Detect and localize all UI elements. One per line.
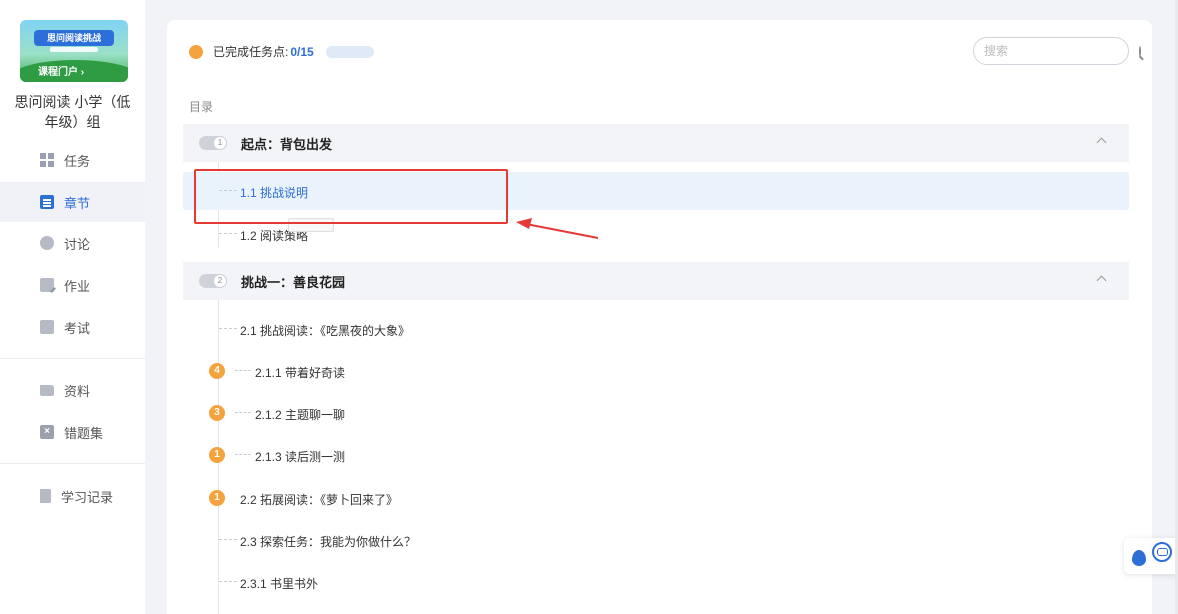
- nav-label: 考试: [64, 320, 91, 336]
- section-title: 2.1.2 主题聊一聊: [255, 408, 346, 422]
- chapter-toggle[interactable]: 1: [199, 136, 227, 150]
- tree-branch: [219, 328, 237, 329]
- task-count-badge: 1: [209, 447, 225, 463]
- nav-label: 章节: [64, 195, 91, 211]
- assistant-icon[interactable]: [1152, 542, 1172, 562]
- task-count-badge: 4: [209, 363, 225, 379]
- nav-item-study-record[interactable]: 学习记录: [0, 476, 145, 516]
- nav-item-homework[interactable]: 作业: [0, 265, 145, 305]
- tree-branch: [219, 581, 237, 582]
- section-2-1-2[interactable]: 3 2.1.2 主题聊一聊: [183, 394, 1129, 432]
- nav-item-discussion[interactable]: 讨论: [0, 223, 145, 263]
- folder-icon: [40, 384, 54, 396]
- progress-value: 0/15: [290, 44, 314, 59]
- tree-branch: [219, 539, 237, 540]
- annotation-arrow-head: [516, 218, 532, 229]
- nav-divider: [0, 358, 145, 359]
- floating-assistant-widget[interactable]: [1124, 538, 1178, 574]
- section-2-1-1[interactable]: 4 2.1.1 带着好奇读: [183, 352, 1129, 390]
- nav-label: 学习记录: [61, 489, 114, 505]
- section-title: 2.1.1 带着好奇读: [255, 366, 346, 380]
- nav-label: 任务: [64, 153, 91, 169]
- tree-branch: [235, 454, 251, 455]
- section-2-1-3[interactable]: 1 2.1.3 读后测一测: [183, 436, 1129, 474]
- section-title: 2.1 挑战阅读：《吃黑夜的大象》: [240, 324, 411, 338]
- task-count-badge: 3: [209, 405, 225, 421]
- section-2-2[interactable]: 1 2.2 拓展阅读：《萝卜回来了》: [183, 479, 1129, 517]
- nav-item-exam[interactable]: 考试: [0, 307, 145, 347]
- cover-title: 思问阅读挑战: [34, 30, 114, 46]
- sidebar: 思问阅读挑战 课程门户 › 思问阅读 小学（低年级）组 任务 章节 讨论 作业 …: [0, 0, 145, 614]
- nav-item-tasks[interactable]: 任务: [0, 140, 145, 180]
- chevron-up-icon[interactable]: [1096, 137, 1107, 148]
- record-icon: [40, 489, 51, 503]
- drop-icon[interactable]: [1132, 550, 1146, 566]
- progress-label: 已完成任务点:: [213, 45, 289, 59]
- chapter-icon: [40, 195, 54, 209]
- annotation-arrow-shaft: [525, 223, 599, 239]
- tree-branch: [235, 412, 251, 413]
- annotation-highlight-box: [194, 169, 508, 224]
- nav-item-mistakes[interactable]: × 错题集: [0, 412, 145, 452]
- search-box[interactable]: [973, 37, 1141, 65]
- toc-label: 目录: [189, 100, 214, 114]
- section-title: 2.2 拓展阅读：《萝卜回来了》: [240, 493, 399, 507]
- chapter-header-2[interactable]: 2 挑战一：善良花园: [183, 262, 1129, 300]
- course-portal-link[interactable]: 课程门户 ›: [38, 63, 84, 78]
- chapter-number: 1: [213, 136, 227, 150]
- task-progress: 已完成任务点: 0/15: [189, 43, 374, 60]
- task-count-badge: 1: [209, 490, 225, 506]
- progress-bar: [325, 45, 374, 58]
- search-icon[interactable]: [1139, 45, 1141, 57]
- chevron-up-icon[interactable]: [1096, 275, 1107, 286]
- mistakes-icon: ×: [40, 425, 54, 439]
- nav-label: 资料: [64, 383, 91, 399]
- cover-subtitle-strip: [50, 47, 98, 52]
- section-2-3-1[interactable]: 2.3.1 书里书外: [183, 563, 1129, 601]
- chapter-panel: 已完成任务点: 0/15 目录 1 起点：背包出发 1.1 挑战说明 1.2 阅…: [167, 20, 1152, 614]
- nav-label: 讨论: [64, 236, 91, 252]
- section-title: 2.1.3 读后测一测: [255, 450, 346, 464]
- section-2-1[interactable]: 2.1 挑战阅读：《吃黑夜的大象》: [183, 310, 1129, 348]
- tree-branch: [235, 370, 251, 371]
- course-name: 思问阅读 小学（低年级）组: [14, 94, 131, 130]
- nav-item-materials[interactable]: 资料: [0, 370, 145, 410]
- nav-label: 错题集: [64, 425, 104, 441]
- chapter-toggle[interactable]: 2: [199, 274, 227, 288]
- progress-dot-icon: [189, 44, 203, 59]
- exam-icon: [40, 320, 54, 334]
- chat-icon: [40, 236, 54, 250]
- search-input[interactable]: [984, 44, 1139, 58]
- homework-icon: [40, 278, 54, 292]
- nav-label: 作业: [64, 278, 91, 294]
- chapter-header-1[interactable]: 1 起点：背包出发: [183, 124, 1129, 162]
- grid-icon: [40, 153, 54, 167]
- section-title: 2.3 探索任务：我能为你做什么？: [240, 535, 417, 549]
- chapter-title: 起点：背包出发: [241, 136, 333, 152]
- section-2-3[interactable]: 2.3 探索任务：我能为你做什么？: [183, 521, 1129, 559]
- section-title: 2.3.1 书里书外: [240, 577, 319, 591]
- nav-divider: [0, 463, 145, 464]
- chapter-number: 2: [213, 274, 227, 288]
- nav-item-chapters[interactable]: 章节: [0, 182, 145, 222]
- course-cover-image[interactable]: 思问阅读挑战 课程门户 ›: [20, 20, 128, 82]
- annotation-arrow-icon: [516, 218, 599, 239]
- chapter-title: 挑战一：善良花园: [241, 274, 346, 290]
- tree-branch: [219, 233, 237, 234]
